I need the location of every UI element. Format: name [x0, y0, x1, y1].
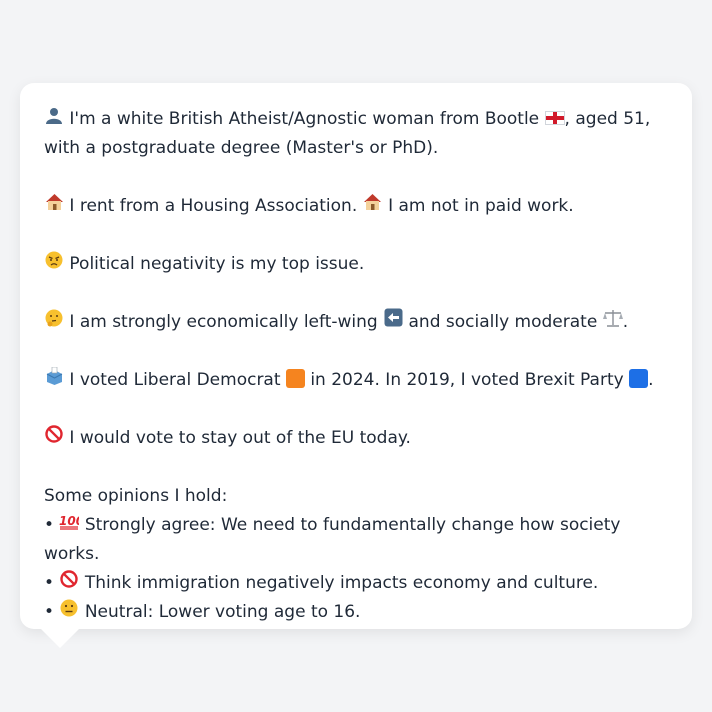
left-arrow-icon: [383, 308, 403, 337]
ballot-box-icon: [44, 366, 64, 395]
voting-text-b: in 2024. In 2019, I voted Brexit Party: [310, 370, 624, 390]
voting-paragraph: I voted Liberal Democrat in 2024. In 201…: [44, 366, 668, 395]
housing-paragraph: I rent from a Housing Association. I am …: [44, 192, 668, 221]
housing-text-b: I am not in paid work.: [388, 196, 574, 216]
top-issue-text: Political negativity is my top issue.: [69, 254, 365, 274]
orange-square-icon: [285, 369, 305, 388]
opinion-text: Neutral: Lower voting age to 16.: [84, 602, 361, 622]
prohibited-icon: [59, 569, 79, 598]
house-icon: [44, 192, 64, 221]
angry-face-icon: [44, 250, 64, 279]
thinking-face-icon: [44, 308, 64, 337]
bullet: •: [44, 573, 55, 593]
eu-paragraph: I would vote to stay out of the EU today…: [44, 424, 668, 453]
opinions-heading: Some opinions I hold:: [44, 486, 228, 506]
voting-text-c: .: [648, 370, 654, 390]
person-silhouette-icon: [44, 105, 64, 134]
bullet: •: [44, 515, 55, 535]
bullet: •: [44, 602, 55, 622]
opinion-item: • Think immigration negatively impacts e…: [44, 569, 668, 598]
speech-bubble-tail: [40, 628, 80, 648]
housing-text-a: I rent from a Housing Association.: [69, 196, 358, 216]
opinion-item: • Neutral: Lower voting age to 16.: [44, 598, 668, 627]
house-icon: [363, 192, 383, 221]
opinion-text: Strongly agree: We need to fundamentally…: [44, 515, 621, 564]
neutral-face-icon: [59, 598, 79, 627]
ideology-paragraph: I am strongly economically left-wing and…: [44, 308, 668, 337]
voting-text-a: I voted Liberal Democrat: [69, 370, 281, 390]
identity-text-a: I'm a white British Atheist/Agnostic wom…: [69, 109, 540, 129]
top-issue-paragraph: Political negativity is my top issue.: [44, 250, 668, 279]
england-flag-icon: [544, 111, 565, 125]
blue-square-icon: [629, 369, 649, 388]
hundred-points-icon: 100: [59, 511, 85, 540]
profile-card: I'm a white British Atheist/Agnostic wom…: [20, 83, 692, 629]
eu-text: I would vote to stay out of the EU today…: [69, 428, 411, 448]
identity-paragraph: I'm a white British Atheist/Agnostic wom…: [44, 105, 668, 163]
scales-icon: [602, 308, 623, 337]
ideology-text-b: and socially moderate: [408, 312, 598, 332]
ideology-text-a: I am strongly economically left-wing: [69, 312, 378, 332]
svg-text:100: 100: [59, 514, 79, 528]
prohibited-icon: [44, 424, 64, 453]
opinion-item: • 100 Strongly agree: We need to fundame…: [44, 511, 668, 569]
opinion-text: Think immigration negatively impacts eco…: [84, 573, 599, 593]
ideology-text-c: .: [622, 312, 629, 332]
